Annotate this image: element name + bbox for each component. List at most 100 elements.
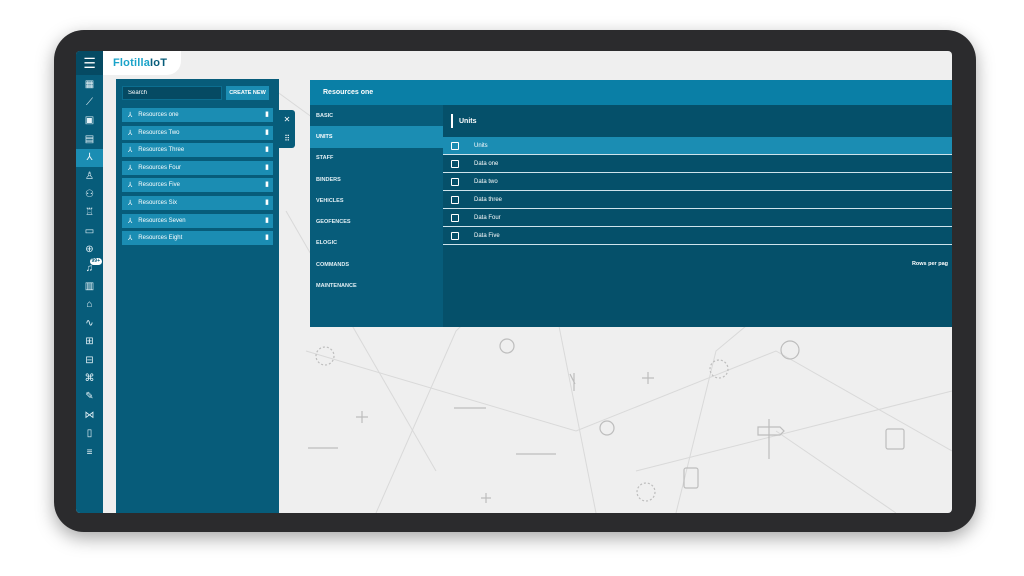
resource-icon: ⅄ xyxy=(128,217,133,225)
vehicle-icon[interactable]: ▭ xyxy=(76,222,103,240)
create-new-button[interactable]: CREATE NEW xyxy=(226,86,269,100)
detail-tab-binders[interactable]: BINDERS xyxy=(310,169,443,190)
workflow-icon-glyph: ⋈ xyxy=(84,409,95,421)
resource-icon: ⅄ xyxy=(128,164,133,172)
resources-icon-glyph: ⅄ xyxy=(86,152,93,164)
row-label: Data one xyxy=(474,160,499,167)
geofence-icon[interactable]: ⊕ xyxy=(76,241,103,259)
resource-list-item[interactable]: ⅄ Resources Four ▮ xyxy=(122,160,273,175)
resource-label: Resources Five xyxy=(138,182,180,189)
notification-icon[interactable]: ♫ 99+ xyxy=(76,257,103,277)
dashboard-icon-glyph: ▦ xyxy=(84,78,95,90)
map-user-icon-glyph: ⌂ xyxy=(86,299,93,311)
search-row: CREATE NEW xyxy=(122,86,269,100)
resource-list-item[interactable]: ⅄ Resources one ▮ xyxy=(122,108,273,122)
detail-tab-commands[interactable]: COMMANDS xyxy=(310,254,443,275)
close-icon[interactable]: ✕ xyxy=(284,115,291,124)
delete-icon[interactable]: ▮ xyxy=(265,233,269,241)
resource-label: Resources Seven xyxy=(138,217,186,224)
resource-icon: ⅄ xyxy=(128,112,133,119)
resource-icon: ⅄ xyxy=(128,235,133,243)
row-checkbox[interactable] xyxy=(451,159,459,168)
chart-icon[interactable]: ⟋ xyxy=(76,93,103,111)
tablet-frame: ☰ ▦ ⟋ ▣ ▤ ⅄ ♙ ⚇ ♖ ▭ ⊕♫99+ ▥ ⌂ ∿ ⊞ ⊟ ⌘ ✎ ⋈ ▯ ≡ FlotillaIoT C… xyxy=(54,30,976,532)
detail-title: Resources one xyxy=(310,80,952,105)
geofence-icon-glyph: ⊕ xyxy=(85,244,94,256)
table-row[interactable]: Data Five xyxy=(443,227,952,245)
delete-icon[interactable]: ▮ xyxy=(265,180,269,188)
select-all-checkbox[interactable] xyxy=(451,141,459,150)
command-icon[interactable]: ⌘ xyxy=(76,369,103,387)
row-checkbox[interactable] xyxy=(451,213,459,222)
document-icon[interactable]: ▥ xyxy=(76,277,103,295)
map-user-icon[interactable]: ⌂ xyxy=(76,296,103,314)
row-checkbox[interactable] xyxy=(451,195,459,204)
search-input[interactable] xyxy=(122,86,222,100)
units-title-text: Units xyxy=(459,117,477,125)
route-icon[interactable]: ∿ xyxy=(76,314,103,332)
trash-icon-glyph: ▯ xyxy=(86,428,93,440)
detail-tab-units[interactable]: UNITS xyxy=(310,126,443,148)
app-screen: ☰ ▦ ⟋ ▣ ▤ ⅄ ♙ ⚇ ♖ ▭ ⊕♫99+ ▥ ⌂ ∿ ⊞ ⊟ ⌘ ✎ ⋈ ▯ ≡ FlotillaIoT C… xyxy=(76,51,952,513)
delete-icon[interactable]: ▮ xyxy=(265,163,269,171)
resource-list-item[interactable]: ⅄ Resources Five ▮ xyxy=(122,178,273,193)
resources-panel: CREATE NEW ⅄ Resources one ▮ ⅄ Resources Two… xyxy=(116,79,279,513)
resource-list-item[interactable]: ⅄ Resources Eight ▮ xyxy=(122,231,273,246)
table-row[interactable]: Data two xyxy=(443,173,952,191)
drag-handle-icon[interactable]: ⠿ xyxy=(284,134,290,143)
wrench-icon[interactable]: ✎ xyxy=(76,388,103,406)
logo-suffix: IoT xyxy=(150,57,168,69)
detail-tab-staff[interactable]: STAFF xyxy=(310,148,443,169)
resource-label: Resources one xyxy=(138,112,179,118)
truck-icon[interactable]: ⊟ xyxy=(76,351,103,369)
user-icon[interactable]: ♙ xyxy=(76,167,103,185)
delete-icon[interactable]: ▮ xyxy=(265,128,269,136)
chart-icon-glyph: ⟋ xyxy=(86,97,93,109)
trash-icon[interactable]: ▯ xyxy=(76,424,103,442)
resource-detail-panel: Resources one BASIC UNITS STAFF BINDERS VEHI… xyxy=(310,80,952,327)
table-row[interactable]: Data three xyxy=(443,191,952,209)
users-icon[interactable]: ⚇ xyxy=(76,185,103,203)
users-icon-glyph: ⚇ xyxy=(85,189,94,201)
settings-sliders-icon[interactable]: ≡ xyxy=(76,443,103,461)
logo-prefix: Flotilla xyxy=(113,57,151,69)
wrench-icon-glyph: ✎ xyxy=(85,391,94,403)
geo-report-icon[interactable]: ⊞ xyxy=(76,332,103,350)
detail-tab-geofences[interactable]: GEOFENCES xyxy=(310,211,443,232)
monitor-icon[interactable]: ▣ xyxy=(76,112,103,130)
resource-list-item[interactable]: ⅄ Resources Two ▮ xyxy=(122,125,273,140)
resource-list-item[interactable]: ⅄ Resources Seven ▮ xyxy=(122,213,273,228)
report-icon[interactable]: ▤ xyxy=(76,130,103,148)
resource-icon: ⅄ xyxy=(128,199,133,207)
row-label: Data Four xyxy=(474,214,501,221)
resource-icon: ⅄ xyxy=(128,182,133,190)
resource-list-item[interactable]: ⅄ Resources Three ▮ xyxy=(122,143,273,158)
panel-side-tab: ✕ ⠿ xyxy=(279,110,295,148)
resources-icon[interactable]: ⅄ xyxy=(76,148,103,167)
dashboard-icon[interactable]: ▦ xyxy=(76,75,103,93)
row-checkbox[interactable] xyxy=(451,177,459,186)
resource-label: Resources Eight xyxy=(138,235,183,242)
driver-icon[interactable]: ♖ xyxy=(76,204,103,222)
delete-icon[interactable]: ▮ xyxy=(265,198,269,206)
detail-tab-basic[interactable]: BASIC xyxy=(310,105,443,126)
resource-list-item[interactable]: ⅄ Resources Six ▮ xyxy=(122,195,273,210)
row-checkbox[interactable] xyxy=(451,231,459,240)
table-row[interactable]: Data one xyxy=(443,155,952,173)
flotilla-logo: FlotillaIoT xyxy=(113,57,167,69)
notification-badge: 99+ xyxy=(89,257,102,265)
hamburger-icon[interactable]: ☰ xyxy=(76,51,103,75)
delete-icon[interactable]: ▮ xyxy=(265,145,269,153)
workflow-icon[interactable]: ⋈ xyxy=(76,406,103,424)
table-row[interactable]: Data Four xyxy=(443,209,952,227)
resources-list: ⅄ Resources one ▮ ⅄ Resources Two ▮ ⅄ Resources… xyxy=(122,108,273,249)
detail-tab-maintenance[interactable]: MAINTENANCE xyxy=(310,275,443,296)
delete-icon[interactable]: ▮ xyxy=(265,216,269,224)
truck-icon-glyph: ⊟ xyxy=(85,354,94,366)
row-label: Data Five xyxy=(474,232,500,239)
resource-label: Resources Two xyxy=(138,129,180,136)
detail-tab-vehicles[interactable]: VEHICLES xyxy=(310,190,443,211)
title-accent-bar xyxy=(451,114,453,128)
delete-icon[interactable]: ▮ xyxy=(265,110,269,118)
detail-tab-elogic[interactable]: ELOGIC xyxy=(310,233,443,254)
